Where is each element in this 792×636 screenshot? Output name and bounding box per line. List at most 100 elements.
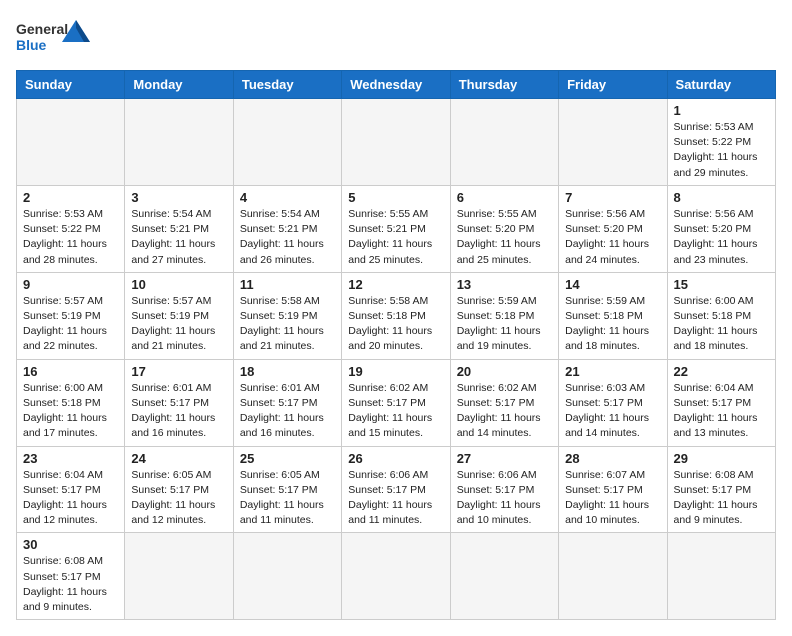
calendar-cell: 24 Sunrise: 6:05 AM Sunset: 5:17 PM Dayli… (125, 446, 233, 533)
cell-info: Sunrise: 6:04 AM Sunset: 5:17 PM Dayligh… (23, 468, 118, 529)
logo-svg: General Blue (16, 16, 96, 60)
day-number: 21 (565, 364, 660, 379)
day-number: 29 (674, 451, 769, 466)
calendar-cell: 4Sunrise: 5:54 AM Sunset: 5:21 PM Daylig… (233, 185, 341, 272)
calendar-cell: 17Sunrise: 6:01 AM Sunset: 5:17 PM Dayli… (125, 359, 233, 446)
day-number: 13 (457, 277, 552, 292)
cell-info: Sunrise: 5:58 AM Sunset: 5:19 PM Dayligh… (240, 294, 335, 355)
weekday-header-monday: Monday (125, 71, 233, 99)
day-number: 23 (23, 451, 118, 466)
cell-info: Sunrise: 6:08 AM Sunset: 5:17 PM Dayligh… (674, 468, 769, 529)
cell-info: Sunrise: 5:58 AM Sunset: 5:18 PM Dayligh… (348, 294, 443, 355)
weekday-header-friday: Friday (559, 71, 667, 99)
cell-info: Sunrise: 5:57 AM Sunset: 5:19 PM Dayligh… (131, 294, 226, 355)
calendar-cell (125, 533, 233, 620)
cell-info: Sunrise: 5:55 AM Sunset: 5:21 PM Dayligh… (348, 207, 443, 268)
week-row-2: 2Sunrise: 5:53 AM Sunset: 5:22 PM Daylig… (17, 185, 776, 272)
day-number: 7 (565, 190, 660, 205)
calendar-cell (342, 99, 450, 186)
calendar-cell: 19 Sunrise: 6:02 AM Sunset: 5:17 PM Dayli… (342, 359, 450, 446)
cell-info: Sunrise: 6:06 AM Sunset: 5:17 PM Dayligh… (348, 468, 443, 529)
day-number: 24 (131, 451, 226, 466)
calendar-cell: 9 Sunrise: 5:57 AM Sunset: 5:19 PM Daylig… (17, 272, 125, 359)
day-number: 20 (457, 364, 552, 379)
cell-info: Sunrise: 5:53 AM Sunset: 5:22 PM Dayligh… (674, 120, 769, 181)
day-number: 14 (565, 277, 660, 292)
calendar-cell: 18Sunrise: 6:01 AM Sunset: 5:17 PM Dayli… (233, 359, 341, 446)
day-number: 9 (23, 277, 118, 292)
cell-info: Sunrise: 6:03 AM Sunset: 5:17 PM Dayligh… (565, 381, 660, 442)
day-number: 16 (23, 364, 118, 379)
day-number: 17 (131, 364, 226, 379)
day-number: 28 (565, 451, 660, 466)
calendar-cell: 27Sunrise: 6:06 AM Sunset: 5:17 PM Dayli… (450, 446, 558, 533)
cell-info: Sunrise: 6:07 AM Sunset: 5:17 PM Dayligh… (565, 468, 660, 529)
week-row-3: 9 Sunrise: 5:57 AM Sunset: 5:19 PM Daylig… (17, 272, 776, 359)
calendar-cell (233, 533, 341, 620)
day-number: 12 (348, 277, 443, 292)
calendar-cell: 25 Sunrise: 6:05 AM Sunset: 5:17 PM Dayli… (233, 446, 341, 533)
calendar-cell: 10 Sunrise: 5:57 AM Sunset: 5:19 PM Dayli… (125, 272, 233, 359)
day-number: 1 (674, 103, 769, 118)
calendar-cell: 29 Sunrise: 6:08 AM Sunset: 5:17 PM Dayli… (667, 446, 775, 533)
cell-info: Sunrise: 6:00 AM Sunset: 5:18 PM Dayligh… (23, 381, 118, 442)
logo: General Blue (16, 16, 96, 60)
day-number: 3 (131, 190, 226, 205)
weekday-header-tuesday: Tuesday (233, 71, 341, 99)
week-row-4: 16 Sunrise: 6:00 AM Sunset: 5:18 PM Dayli… (17, 359, 776, 446)
day-number: 18 (240, 364, 335, 379)
calendar-cell (125, 99, 233, 186)
cell-info: Sunrise: 6:00 AM Sunset: 5:18 PM Dayligh… (674, 294, 769, 355)
cell-info: Sunrise: 5:57 AM Sunset: 5:19 PM Dayligh… (23, 294, 118, 355)
day-number: 19 (348, 364, 443, 379)
calendar-cell (233, 99, 341, 186)
cell-info: Sunrise: 6:02 AM Sunset: 5:17 PM Dayligh… (348, 381, 443, 442)
calendar-cell: 7 Sunrise: 5:56 AM Sunset: 5:20 PM Daylig… (559, 185, 667, 272)
week-row-1: 1 Sunrise: 5:53 AM Sunset: 5:22 PM Daylig… (17, 99, 776, 186)
calendar-cell: 3 Sunrise: 5:54 AM Sunset: 5:21 PM Daylig… (125, 185, 233, 272)
calendar-cell: 2Sunrise: 5:53 AM Sunset: 5:22 PM Daylig… (17, 185, 125, 272)
week-row-6: 30 Sunrise: 6:08 AM Sunset: 5:17 PM Dayli… (17, 533, 776, 620)
cell-info: Sunrise: 6:02 AM Sunset: 5:17 PM Dayligh… (457, 381, 552, 442)
svg-text:Blue: Blue (16, 37, 47, 53)
day-number: 6 (457, 190, 552, 205)
day-number: 26 (348, 451, 443, 466)
calendar-cell: 22 Sunrise: 6:04 AM Sunset: 5:17 PM Dayli… (667, 359, 775, 446)
cell-info: Sunrise: 6:05 AM Sunset: 5:17 PM Dayligh… (131, 468, 226, 529)
day-number: 2 (23, 190, 118, 205)
weekday-header-thursday: Thursday (450, 71, 558, 99)
calendar-cell: 15 Sunrise: 6:00 AM Sunset: 5:18 PM Dayli… (667, 272, 775, 359)
calendar-cell: 1 Sunrise: 5:53 AM Sunset: 5:22 PM Daylig… (667, 99, 775, 186)
weekday-header-row: SundayMondayTuesdayWednesdayThursdayFrid… (17, 71, 776, 99)
calendar-cell (450, 533, 558, 620)
cell-info: Sunrise: 5:54 AM Sunset: 5:21 PM Dayligh… (131, 207, 226, 268)
week-row-5: 23 Sunrise: 6:04 AM Sunset: 5:17 PM Dayli… (17, 446, 776, 533)
cell-info: Sunrise: 6:04 AM Sunset: 5:17 PM Dayligh… (674, 381, 769, 442)
calendar-cell: 28 Sunrise: 6:07 AM Sunset: 5:17 PM Dayli… (559, 446, 667, 533)
weekday-header-sunday: Sunday (17, 71, 125, 99)
calendar-cell: 13Sunrise: 5:59 AM Sunset: 5:18 PM Dayli… (450, 272, 558, 359)
day-number: 15 (674, 277, 769, 292)
weekday-header-saturday: Saturday (667, 71, 775, 99)
day-number: 25 (240, 451, 335, 466)
calendar-cell: 8Sunrise: 5:56 AM Sunset: 5:20 PM Daylig… (667, 185, 775, 272)
day-number: 4 (240, 190, 335, 205)
cell-info: Sunrise: 6:08 AM Sunset: 5:17 PM Dayligh… (23, 554, 118, 615)
day-number: 8 (674, 190, 769, 205)
calendar-cell: 6Sunrise: 5:55 AM Sunset: 5:20 PM Daylig… (450, 185, 558, 272)
day-number: 30 (23, 537, 118, 552)
day-number: 22 (674, 364, 769, 379)
calendar-cell: 23 Sunrise: 6:04 AM Sunset: 5:17 PM Dayli… (17, 446, 125, 533)
cell-info: Sunrise: 5:59 AM Sunset: 5:18 PM Dayligh… (565, 294, 660, 355)
calendar-cell: 16 Sunrise: 6:00 AM Sunset: 5:18 PM Dayli… (17, 359, 125, 446)
calendar-cell: 21 Sunrise: 6:03 AM Sunset: 5:17 PM Dayli… (559, 359, 667, 446)
cell-info: Sunrise: 5:56 AM Sunset: 5:20 PM Dayligh… (565, 207, 660, 268)
calendar: SundayMondayTuesdayWednesdayThursdayFrid… (16, 70, 776, 620)
calendar-cell: 5Sunrise: 5:55 AM Sunset: 5:21 PM Daylig… (342, 185, 450, 272)
svg-text:General: General (16, 21, 68, 37)
calendar-cell (559, 533, 667, 620)
day-number: 10 (131, 277, 226, 292)
cell-info: Sunrise: 6:05 AM Sunset: 5:17 PM Dayligh… (240, 468, 335, 529)
calendar-cell (450, 99, 558, 186)
calendar-cell: 26 Sunrise: 6:06 AM Sunset: 5:17 PM Dayli… (342, 446, 450, 533)
